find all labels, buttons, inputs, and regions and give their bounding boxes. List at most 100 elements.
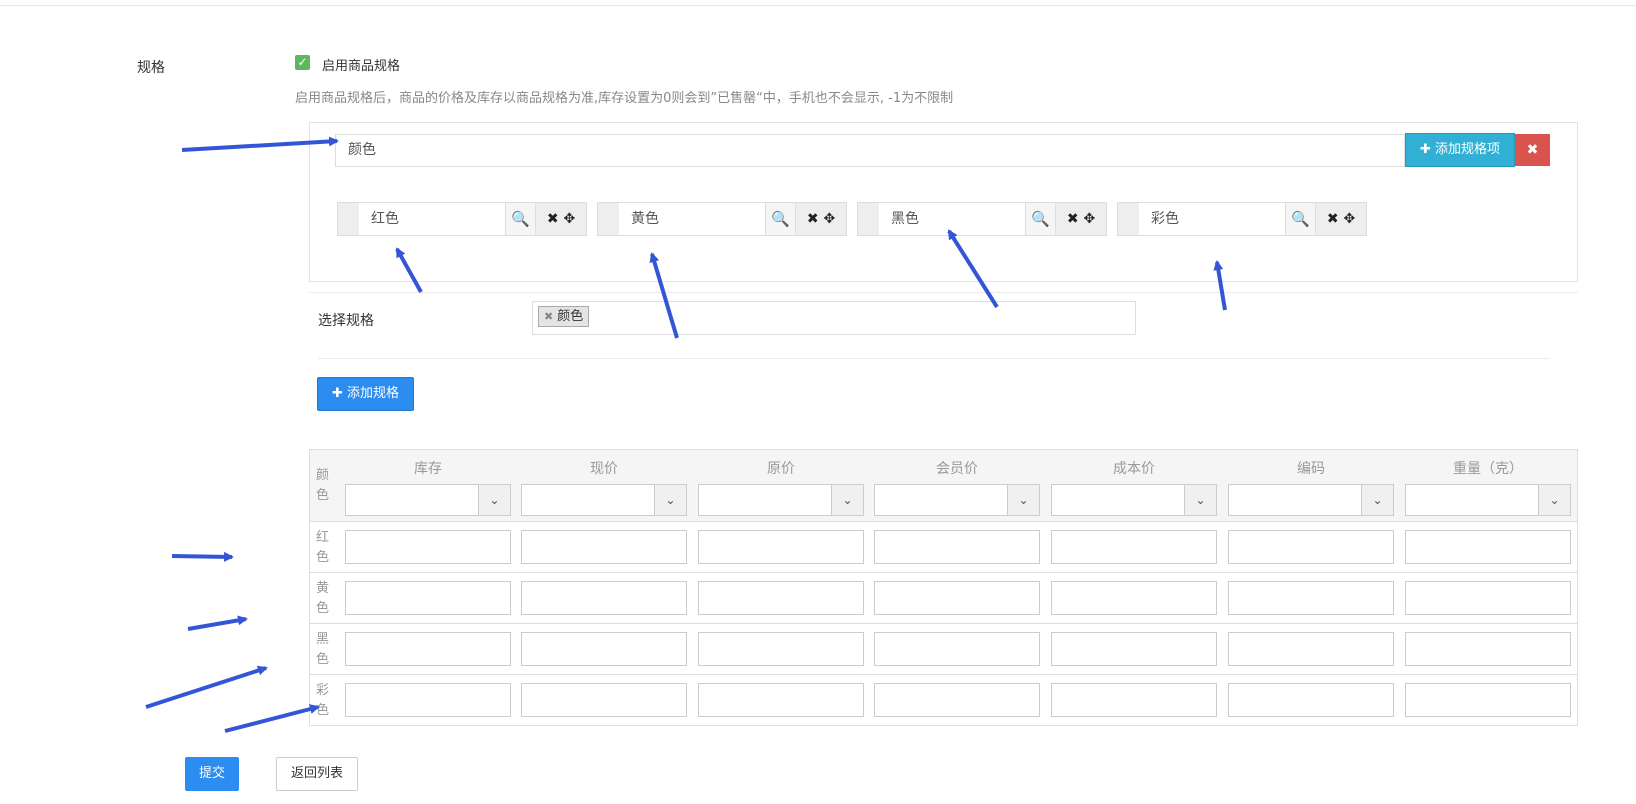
batch-input[interactable]: ⌄	[345, 484, 511, 516]
enable-spec-checkbox[interactable]: ✓	[295, 55, 310, 70]
delete-icon[interactable]: ✖	[807, 211, 819, 227]
table-cell-input[interactable]	[1228, 632, 1394, 666]
drag-handle[interactable]	[598, 203, 619, 235]
table-cell-input[interactable]	[698, 683, 864, 717]
spec-item: 彩色 🔍 ✖ ✥	[1117, 202, 1367, 236]
delete-icon[interactable]: ✖	[1327, 211, 1339, 227]
column-header: 成本价	[1113, 461, 1155, 477]
image-search-icon[interactable]: 🔍	[1026, 203, 1056, 235]
delete-icon[interactable]: ✖	[547, 211, 559, 227]
enable-spec-checkbox-label[interactable]: 启用商品规格	[322, 55, 400, 74]
table-cell-input[interactable]	[1228, 683, 1394, 717]
select-spec-input[interactable]: ✖ 颜色	[532, 301, 1136, 335]
column-header: 重量（克）	[1453, 461, 1523, 477]
table-cell-input[interactable]	[1051, 683, 1217, 717]
column-header: 编码	[1297, 461, 1325, 477]
divider	[318, 358, 1549, 359]
annotation-arrow	[224, 704, 320, 733]
table-cell-input[interactable]	[1405, 530, 1571, 564]
spec-item-input[interactable]: 黑色	[879, 203, 1026, 235]
table-cell-input[interactable]	[874, 632, 1040, 666]
table-cell-input[interactable]	[1228, 530, 1394, 564]
row-label: 黄色	[316, 581, 330, 616]
delete-icon[interactable]: ✖	[1067, 211, 1079, 227]
drag-handle[interactable]	[1118, 203, 1139, 235]
table-cell-input[interactable]	[874, 581, 1040, 615]
submit-button[interactable]: 提交	[185, 757, 239, 791]
batch-input[interactable]: ⌄	[1405, 484, 1571, 516]
drag-handle[interactable]	[338, 203, 359, 235]
top-border-strip	[0, 0, 1636, 6]
chevron-double-down-icon[interactable]: ⌄	[831, 485, 863, 515]
spec-item-actions: ✖ ✥	[536, 203, 586, 235]
chevron-double-down-icon[interactable]: ⌄	[478, 485, 510, 515]
table-cell-input[interactable]	[1405, 683, 1571, 717]
table-cell-input[interactable]	[345, 581, 511, 615]
spec-price-table: 颜色 库存 现价 原价 会员价 成本价 编码 重量（克） ⌄ ⌄ ⌄ ⌄ ⌄ ⌄…	[309, 449, 1578, 726]
chevron-double-down-icon[interactable]: ⌄	[1184, 485, 1216, 515]
annotation-arrow	[145, 665, 268, 709]
image-search-icon[interactable]: 🔍	[1286, 203, 1316, 235]
table-cell-input[interactable]	[698, 632, 864, 666]
spec-item: 黄色 🔍 ✖ ✥	[597, 202, 847, 236]
remove-spec-button[interactable]: ✖	[1515, 134, 1550, 166]
spec-item-input[interactable]: 红色	[359, 203, 506, 235]
table-row: 红色	[310, 522, 1577, 573]
move-icon[interactable]: ✥	[1083, 211, 1095, 227]
chevron-double-down-icon[interactable]: ⌄	[1007, 485, 1039, 515]
spec-name-input[interactable]: 颜色	[335, 134, 1405, 167]
spec-item-actions: ✖ ✥	[1056, 203, 1106, 235]
add-spec-button[interactable]: ✚ 添加规格	[317, 377, 414, 411]
spec-item-input[interactable]: 彩色	[1139, 203, 1286, 235]
table-cell-input[interactable]	[521, 683, 687, 717]
move-icon[interactable]: ✥	[563, 211, 575, 227]
tag-label: 颜色	[557, 309, 584, 324]
table-cell-input[interactable]	[698, 530, 864, 564]
spec-item-input[interactable]: 黄色	[619, 203, 766, 235]
row-label: 彩色	[316, 683, 330, 718]
batch-input[interactable]: ⌄	[698, 484, 864, 516]
table-cell-input[interactable]	[521, 581, 687, 615]
tag-remove-icon[interactable]: ✖	[544, 310, 553, 323]
column-header: 原价	[767, 461, 795, 477]
table-cell-input[interactable]	[1405, 632, 1571, 666]
table-row: 彩色	[310, 675, 1577, 726]
image-search-icon[interactable]: 🔍	[506, 203, 536, 235]
table-cell-input[interactable]	[521, 632, 687, 666]
move-icon[interactable]: ✥	[1343, 211, 1355, 227]
back-to-list-button[interactable]: 返回列表	[276, 757, 358, 791]
drag-handle[interactable]	[858, 203, 879, 235]
add-spec-item-button[interactable]: ✚ 添加规格项	[1405, 133, 1515, 167]
table-cell-input[interactable]	[698, 581, 864, 615]
header-first-col: 颜色	[316, 468, 330, 503]
batch-input[interactable]: ⌄	[874, 484, 1040, 516]
table-cell-input[interactable]	[874, 530, 1040, 564]
table-cell-input[interactable]	[1405, 581, 1571, 615]
spec-hint-text: 启用商品规格后，商品的价格及库存以商品规格为准,库存设置为0则会到”已售罄“中，…	[295, 91, 954, 106]
table-cell-input[interactable]	[1051, 632, 1217, 666]
table-cell-input[interactable]	[345, 530, 511, 564]
table-cell-input[interactable]	[1228, 581, 1394, 615]
table-cell-input[interactable]	[521, 530, 687, 564]
image-search-icon[interactable]: 🔍	[766, 203, 796, 235]
batch-input[interactable]: ⌄	[1228, 484, 1394, 516]
batch-input[interactable]: ⌄	[1051, 484, 1217, 516]
table-cell-input[interactable]	[345, 632, 511, 666]
table-cell-input[interactable]	[345, 683, 511, 717]
table-cell-input[interactable]	[1051, 581, 1217, 615]
move-icon[interactable]: ✥	[823, 211, 835, 227]
batch-input[interactable]: ⌄	[521, 484, 687, 516]
chevron-double-down-icon[interactable]: ⌄	[1538, 485, 1570, 515]
row-label: 黑色	[316, 632, 330, 667]
table-cell-input[interactable]	[874, 683, 1040, 717]
table-row: 黑色	[310, 624, 1577, 675]
select-spec-label: 选择规格	[318, 313, 374, 329]
chevron-double-down-icon[interactable]: ⌄	[1361, 485, 1393, 515]
divider	[309, 292, 1578, 293]
column-header: 现价	[590, 461, 618, 477]
spec-item: 黑色 🔍 ✖ ✥	[857, 202, 1107, 236]
spec-section-label: 规格	[137, 60, 165, 76]
close-icon: ✖	[1526, 142, 1539, 158]
chevron-double-down-icon[interactable]: ⌄	[654, 485, 686, 515]
table-cell-input[interactable]	[1051, 530, 1217, 564]
